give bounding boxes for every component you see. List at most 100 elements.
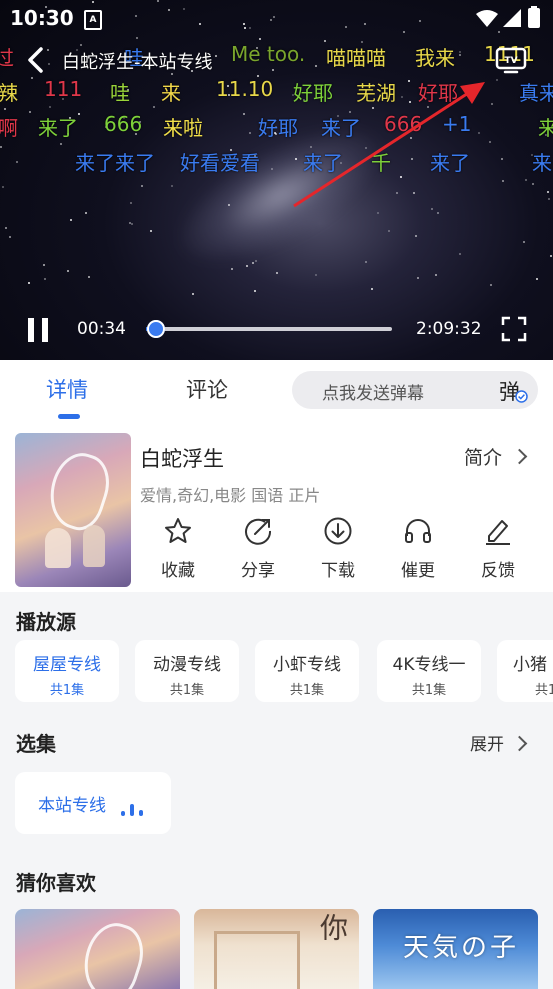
annotation-arrow — [293, 82, 485, 208]
seek-bar[interactable] — [146, 320, 392, 338]
pause-icon[interactable] — [24, 318, 52, 344]
star-dot — [314, 64, 317, 67]
feedback-button[interactable]: 反馈 — [468, 516, 528, 581]
danmaku-comment: 啊 — [0, 116, 18, 140]
episode-chip[interactable]: 本站专线 — [15, 772, 171, 834]
star-dot — [365, 260, 368, 263]
star-dot — [66, 269, 69, 272]
source-chip[interactable]: 动漫专线 共1集 — [135, 640, 239, 702]
tab-details[interactable]: 详情 — [46, 374, 88, 404]
star-dot — [85, 212, 88, 215]
request-update-button[interactable]: 催更 — [388, 516, 448, 581]
star-dot — [523, 240, 526, 243]
source-chip[interactable]: 屋屋专线 共1集 — [15, 640, 119, 702]
danmaku-comment: 辣 — [0, 81, 18, 105]
video-player[interactable]: 10:30 A 过 哇 Me too. 喵喵喵 我来 1111 辣 111 哇 … — [0, 0, 553, 360]
source-count: 共1集 — [169, 683, 205, 698]
recommend-card[interactable]: 天気の子 — [373, 909, 538, 989]
recommend-card[interactable] — [15, 909, 180, 989]
star-dot — [79, 44, 82, 47]
danmaku-comment: 哇 — [110, 81, 130, 105]
poster-figure — [45, 528, 71, 568]
intro-link[interactable]: 简介 — [464, 443, 502, 470]
source-chip[interactable]: 小猪 共1集 — [497, 640, 553, 702]
source-name: 小猪 — [513, 655, 547, 675]
star-dot — [272, 68, 275, 71]
danmaku-send-input[interactable]: 点我发送弹幕 弹 — [292, 371, 538, 409]
star-dot — [249, 131, 252, 134]
danmaku-comment: 过 — [0, 46, 14, 70]
star-dot — [171, 184, 174, 187]
star-dot — [191, 293, 194, 296]
chevron-right-icon[interactable] — [511, 448, 528, 465]
recommend-card[interactable]: 我想吃掉你 — [194, 909, 359, 989]
star-dot — [152, 105, 155, 108]
source-chip[interactable]: 4K专线一 共1集 — [377, 640, 481, 702]
danmaku-toggle-icon[interactable]: 弹 — [498, 375, 528, 405]
movie-poster[interactable] — [15, 433, 131, 587]
star-dot — [245, 264, 248, 267]
star-dot — [501, 179, 504, 182]
star-dot — [535, 278, 538, 281]
now-playing-icon — [119, 800, 149, 816]
star-dot — [141, 184, 144, 187]
star-dot — [4, 226, 7, 229]
danmaku-comment: 真来 — [519, 81, 553, 105]
expand-episodes-link[interactable]: 展开 — [470, 730, 504, 755]
danmaku-comment: 我来 — [415, 46, 455, 70]
fullscreen-icon[interactable] — [501, 316, 527, 342]
star-dot — [9, 235, 12, 238]
share-button[interactable]: 分享 — [228, 516, 288, 581]
star-dot — [0, 146, 3, 149]
wifi-icon — [476, 10, 498, 27]
poster-figure — [83, 525, 105, 567]
danmaku-comment: 111 — [44, 77, 83, 101]
source-name: 4K专线一 — [392, 655, 466, 675]
star-icon — [165, 518, 191, 543]
favorite-button[interactable]: 收藏 — [148, 516, 208, 581]
source-name: 屋屋专线 — [33, 655, 101, 675]
star-dot — [387, 229, 390, 232]
action-label: 反馈 — [481, 561, 515, 581]
check-icon — [515, 390, 528, 403]
back-icon[interactable] — [22, 44, 52, 76]
episode-label: 本站专线 — [38, 796, 106, 816]
share-icon — [245, 518, 272, 545]
danmaku-comment: 来 — [161, 81, 181, 105]
danmaku-comment: 来啦 — [163, 116, 203, 140]
star-dot — [415, 234, 418, 237]
movie-info-card: 白蛇浮生 简介 爱情,奇幻,电影 国语 正片 收藏 分享 下载 催更 反馈 — [0, 422, 553, 592]
detail-content: 白蛇浮生 简介 爱情,奇幻,电影 国语 正片 收藏 分享 下载 催更 反馈 播放… — [0, 422, 553, 989]
download-button[interactable]: 下载 — [308, 516, 368, 581]
source-chip[interactable]: 小虾专线 共1集 — [255, 640, 359, 702]
action-label: 收藏 — [161, 561, 195, 581]
star-dot — [130, 222, 133, 225]
star-dot — [230, 268, 233, 271]
action-label: 催更 — [401, 561, 435, 581]
sources-heading: 播放源 — [16, 610, 76, 634]
recommend-poster-title: 天気の子 — [403, 933, 520, 963]
chevron-right-icon[interactable] — [511, 735, 528, 752]
tab-comments[interactable]: 评论 — [186, 374, 228, 404]
source-count: 共1集 — [289, 683, 325, 698]
total-time: 2:09:32 — [416, 319, 482, 339]
star-dot — [43, 263, 46, 266]
sim-notification-icon: A — [84, 10, 102, 30]
star-dot — [547, 197, 550, 200]
action-label: 下载 — [321, 561, 355, 581]
star-dot — [60, 143, 63, 146]
danmaku-comment: 来了 — [38, 116, 78, 140]
star-dot — [547, 190, 550, 193]
seek-thumb[interactable] — [147, 320, 166, 338]
danmaku-comment: 666 — [104, 112, 143, 136]
star-dot — [252, 261, 255, 264]
star-dot — [275, 271, 278, 274]
star-dot — [78, 113, 81, 116]
danmaku-comment: Me too. — [231, 42, 306, 66]
danmaku-comment: 来 — [538, 116, 553, 140]
star-dot — [254, 259, 257, 262]
poster-window — [214, 931, 300, 989]
danmaku-comment: 来了来了 — [75, 151, 155, 175]
star-dot — [459, 50, 462, 53]
star-dot — [16, 161, 18, 164]
